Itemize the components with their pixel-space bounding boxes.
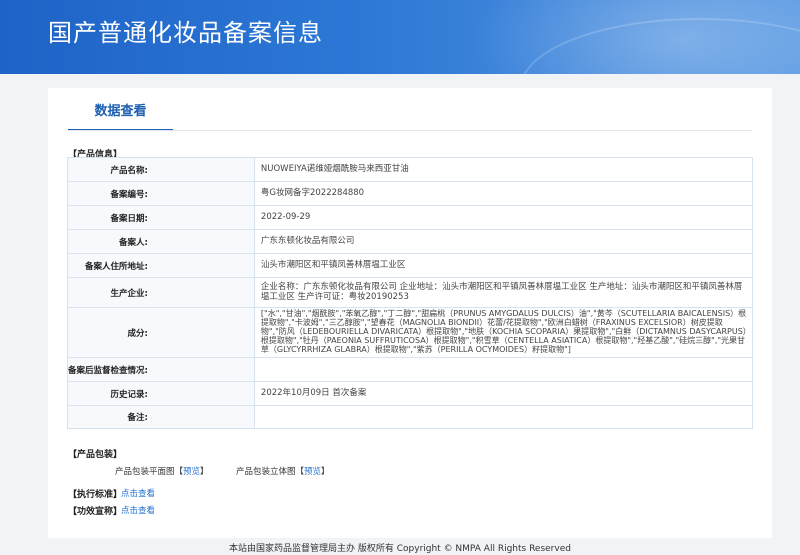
page-title: 国产普通化妆品备案信息 <box>48 19 323 47</box>
footer-copyright: 本站由国家药品监督管理局主办 版权所有 Copyright © NMPA All… <box>229 544 571 554</box>
row-value: 粤G妆网备字2022284880 <box>253 181 754 206</box>
efficacy-view-link[interactable]: 点击查看 <box>121 504 155 516</box>
table-row: 备案后监督检查情况: <box>67 357 754 382</box>
row-label: 备案编号: <box>67 181 255 206</box>
row-label: 产品名称: <box>67 157 255 182</box>
package-flat-preview-link[interactable]: 预览 <box>183 467 200 477</box>
row-value: 企业名称：广东东顿化妆品有限公司 企业地址：汕头市潮阳区和平镇凤善林厝塭工业区 … <box>253 277 754 308</box>
table-row: 备案编号: 粤G妆网备字2022284880 <box>67 181 754 206</box>
tab-underline <box>68 130 752 131</box>
content-panel: 数据查看 【产品信息】 产品名称: NUOWEIYA诺维娅烟酰胺马来西亚甘油 备… <box>48 88 772 538</box>
package-flat-label: 产品包装平面图 <box>115 467 175 477</box>
standard-view-link[interactable]: 点击查看 <box>121 487 155 499</box>
row-label: 备案后监督检查情况: <box>67 357 255 382</box>
row-label: 备案日期: <box>67 205 255 230</box>
table-row: 历史记录: 2022年10月09日 首次备案 <box>67 381 754 406</box>
package-solid-item: 产品包装立体图【预览】 <box>236 467 330 477</box>
table-row: 备注: <box>67 405 754 429</box>
table-row: 备案日期: 2022-09-29 <box>67 205 754 230</box>
table-row: 备案人住所地址: 汕头市潮阳区和平镇凤善林厝塭工业区 <box>67 253 754 278</box>
row-label: 备案人住所地址: <box>67 253 255 278</box>
table-row: 生产企业: 企业名称：广东东顿化妆品有限公司 企业地址：汕头市潮阳区和平镇凤善林… <box>67 277 754 308</box>
row-label: 备案人: <box>67 229 255 254</box>
table-row: 备案人: 广东东顿化妆品有限公司 <box>67 229 754 254</box>
package-solid-preview-link[interactable]: 预览 <box>304 467 321 477</box>
row-label: 备注: <box>67 405 255 429</box>
section-title-efficacy: 【功效宣称】 <box>68 507 123 517</box>
table-row: 成分: ["水","甘油","烟酰胺","苯氧乙醇","丁二醇","甜扁桃（PR… <box>67 307 754 358</box>
section-title-packaging: 【产品包装】 <box>68 450 123 460</box>
header-banner: 国产普通化妆品备案信息 <box>0 0 800 74</box>
product-info-table: 产品名称: NUOWEIYA诺维娅烟酰胺马来西亚甘油 备案编号: 粤G妆网备字2… <box>67 157 754 429</box>
row-value <box>253 405 754 429</box>
row-label: 生产企业: <box>67 277 255 308</box>
package-flat-item: 产品包装平面图【预览】 <box>115 467 209 477</box>
section-title-standard: 【执行标准】 <box>68 490 123 500</box>
row-value: 2022-09-29 <box>253 205 754 230</box>
row-value: 汕头市潮阳区和平镇凤善林厝塭工业区 <box>253 253 754 278</box>
row-value: NUOWEIYA诺维娅烟酰胺马来西亚甘油 <box>253 157 754 182</box>
table-row: 产品名称: NUOWEIYA诺维娅烟酰胺马来西亚甘油 <box>67 157 754 182</box>
row-label: 历史记录: <box>67 381 255 406</box>
row-value: 广东东顿化妆品有限公司 <box>253 229 754 254</box>
tab-data-view[interactable]: 数据查看 <box>68 88 173 131</box>
row-value: 2022年10月09日 首次备案 <box>253 381 754 406</box>
row-value: ["水","甘油","烟酰胺","苯氧乙醇","丁二醇","甜扁桃（PRUNUS… <box>253 307 754 358</box>
row-value <box>253 357 754 382</box>
row-label: 成分: <box>67 307 255 358</box>
package-solid-label: 产品包装立体图 <box>236 467 296 477</box>
